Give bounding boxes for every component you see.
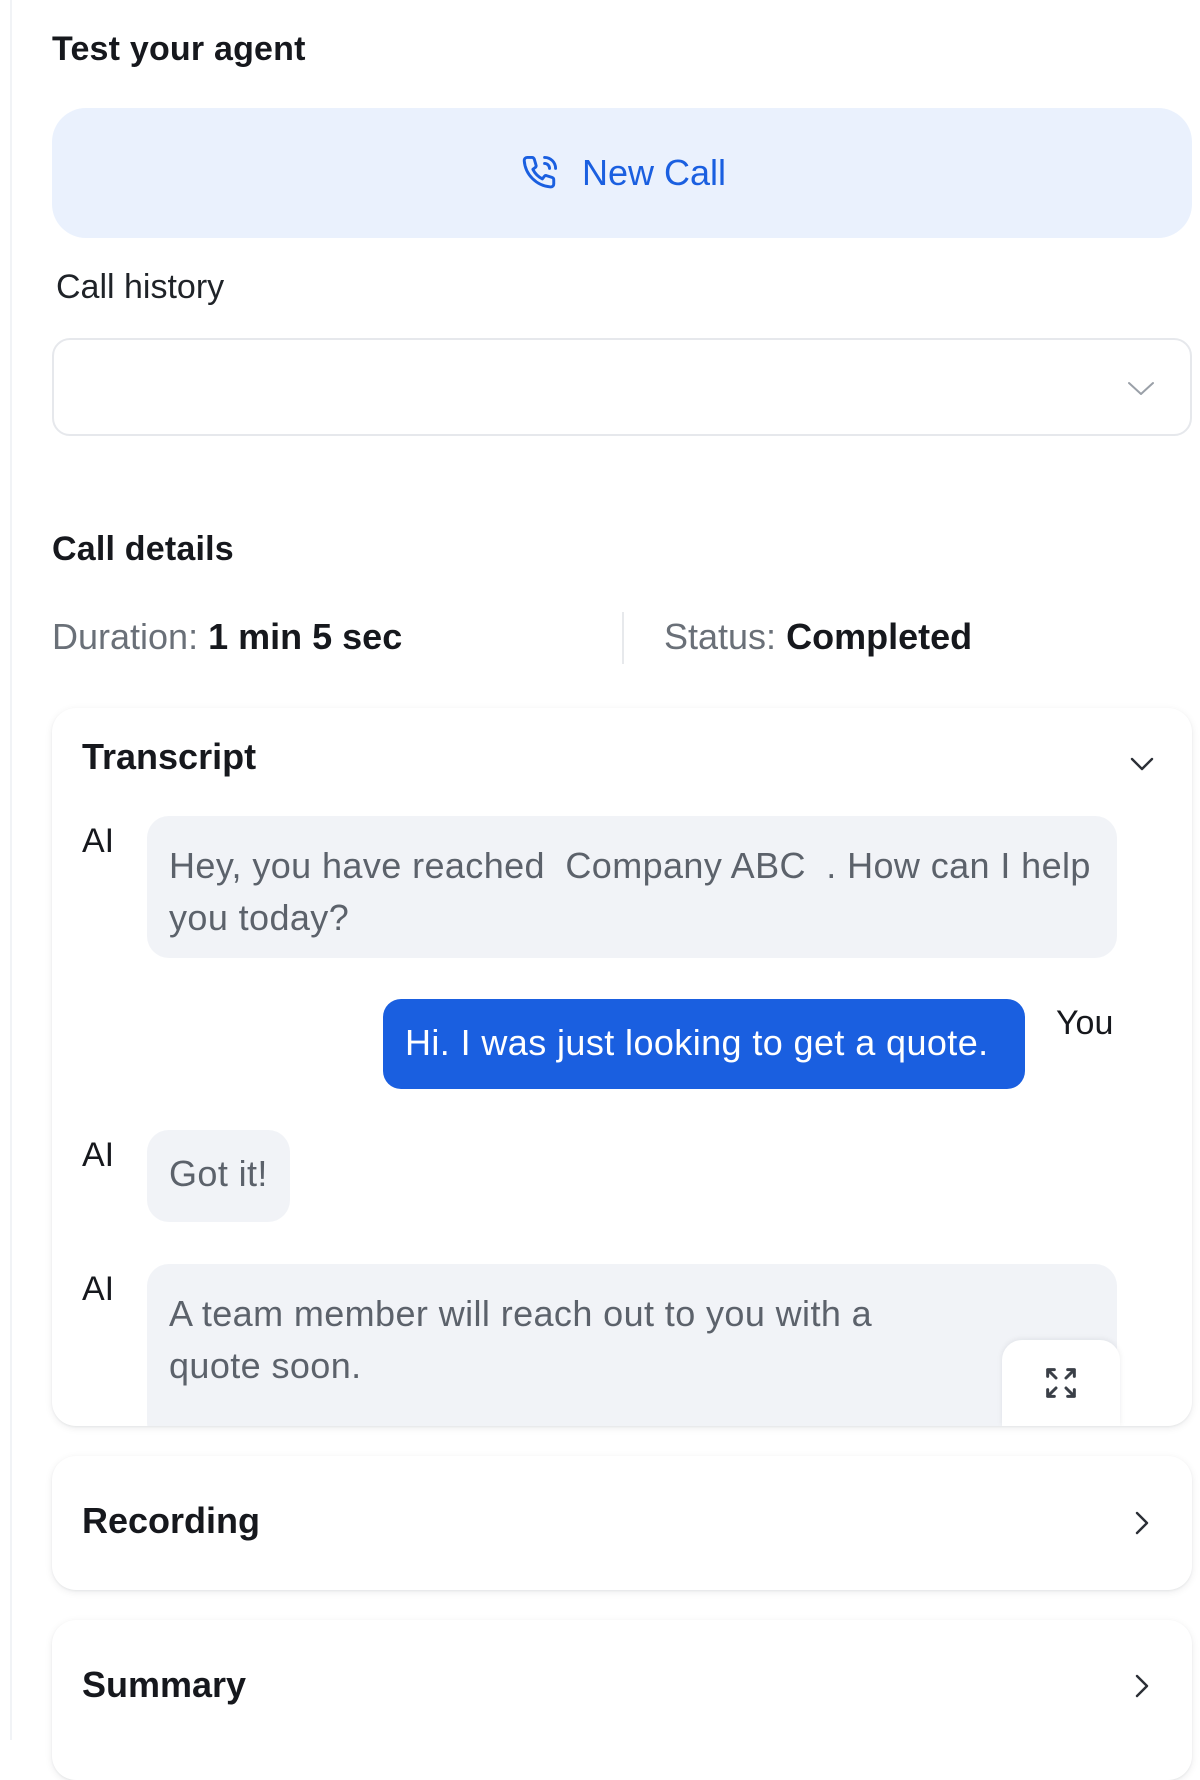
duration-value: 1 min 5 sec	[208, 616, 403, 657]
call-details-row: Duration: 1 min 5 sec Status: Completed	[52, 612, 1192, 664]
duration-label: Duration:	[52, 616, 199, 657]
expand-button[interactable]	[1002, 1340, 1120, 1426]
expand-icon	[1046, 1368, 1076, 1398]
message-bubble-ai: Got it!	[147, 1130, 290, 1222]
summary-title: Summary	[82, 1664, 247, 1705]
message-bubble-ai: Hey, you have reached Company ABC . How …	[147, 816, 1117, 958]
transcript-panel: Transcript AI Hey, you have reached Comp…	[52, 708, 1192, 1426]
details-divider	[622, 612, 624, 664]
speaker-you: You	[1056, 1004, 1114, 1042]
duration: Duration: 1 min 5 sec	[52, 616, 402, 658]
message-text: Hey, you have reached	[169, 845, 545, 886]
speaker-ai: AI	[82, 1270, 115, 1308]
new-call-label: New Call	[581, 152, 727, 193]
transcript-title: Transcript	[82, 736, 257, 777]
summary-panel[interactable]: Summary	[52, 1620, 1192, 1780]
panel-border	[10, 0, 12, 1740]
recording-panel[interactable]: Recording	[52, 1456, 1192, 1590]
page-title: Test your agent	[52, 30, 306, 68]
speaker-ai: AI	[82, 822, 115, 860]
call-history-select[interactable]	[52, 338, 1192, 436]
speaker-ai: AI	[82, 1136, 115, 1174]
company-name: Company ABC	[565, 845, 806, 886]
message-bubble-user: Hi. I was just looking to get a quote.	[383, 999, 1025, 1089]
status-value: Completed	[786, 616, 973, 657]
new-call-button[interactable]: New Call	[52, 108, 1192, 238]
message-bubble-ai: A team member will reach out to you with…	[147, 1264, 1117, 1426]
chevron-right-icon	[1135, 1511, 1149, 1535]
call-details-title: Call details	[52, 530, 234, 568]
chevron-down-icon[interactable]	[1128, 750, 1156, 778]
recording-title: Recording	[82, 1500, 261, 1541]
status-label: Status:	[664, 616, 777, 657]
chevron-down-icon	[1128, 382, 1154, 395]
test-agent-panel: Test your agent New Call Call history Ca…	[0, 0, 1200, 1780]
status: Status: Completed	[664, 616, 972, 658]
phone-call-icon	[518, 151, 562, 195]
chevron-right-icon	[1135, 1674, 1149, 1698]
call-history-label: Call history	[56, 268, 225, 306]
